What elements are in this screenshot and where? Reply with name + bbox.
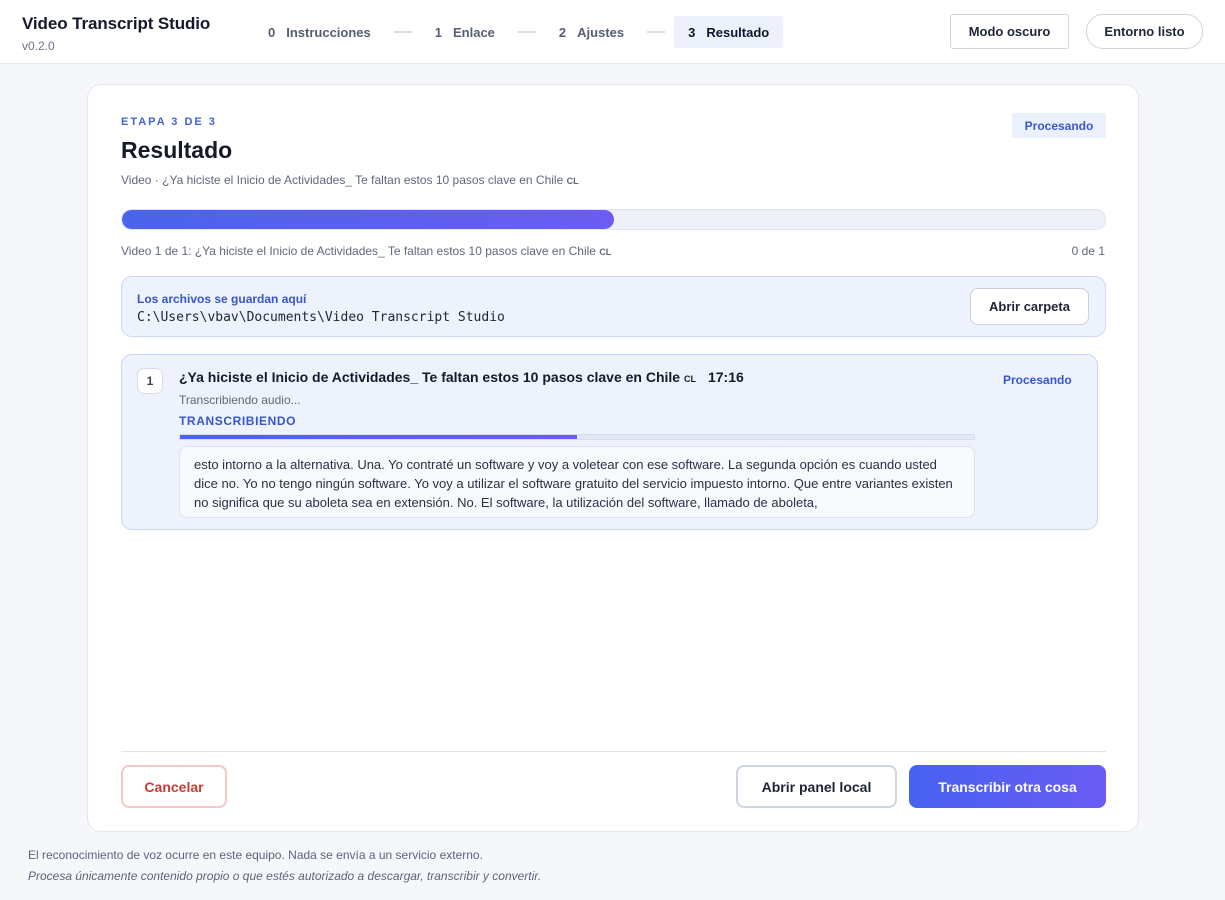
- cancel-button[interactable]: Cancelar: [121, 765, 227, 808]
- brand: Video Transcript Studio v0.2.0: [22, 14, 210, 53]
- overall-progress-fill: [122, 210, 614, 229]
- progress-count: 0 de 1: [1071, 244, 1105, 258]
- step-number: 3: [688, 24, 696, 40]
- step-number: 0: [268, 24, 276, 40]
- job-duration: 17:16: [707, 369, 744, 385]
- transcribe-again-button[interactable]: Transcribir otra cosa: [909, 765, 1106, 808]
- open-folder-button[interactable]: Abrir carpeta: [970, 288, 1089, 325]
- step-number: 2: [558, 24, 567, 40]
- step-label: Resultado: [706, 24, 770, 40]
- stage-eyebrow: ETAPA 3 DE 3: [121, 116, 217, 128]
- job-title-text: ¿Ya hiciste el Inicio de Actividades_ Te…: [179, 369, 681, 385]
- step-number: 1: [434, 24, 442, 40]
- progress-caption: Video 1 de 1: ¿Ya hiciste el Inicio de A…: [121, 244, 611, 258]
- stepper: 0 Instrucciones 1 Enlace 2 Ajustes 3 Res…: [254, 16, 784, 48]
- job-progress-fill: [180, 435, 577, 439]
- app-title: Video Transcript Studio: [22, 14, 211, 33]
- job-index: 1: [137, 368, 163, 394]
- step-ajustes[interactable]: 2 Ajustes: [545, 16, 638, 48]
- dark-mode-button[interactable]: Modo oscuro: [950, 14, 1069, 49]
- save-location-label: Los archivos se guardan aquí: [137, 292, 307, 306]
- step-instrucciones[interactable]: 0 Instrucciones: [254, 16, 385, 48]
- job-item: 1 ¿Ya hiciste el Inicio de Actividades_ …: [121, 354, 1098, 530]
- country-code: CL: [566, 176, 579, 186]
- progress-caption-text: Video 1 de 1: ¿Ya hiciste el Inicio de A…: [121, 244, 596, 258]
- result-card: ETAPA 3 DE 3 Resultado Video · ¿Ya hicis…: [87, 84, 1139, 832]
- page-title: Resultado: [121, 137, 233, 163]
- step-separator: [647, 31, 666, 33]
- job-status: Procesando: [1003, 373, 1072, 387]
- step-label: Enlace: [453, 24, 495, 40]
- job-progress-bar: [179, 434, 975, 440]
- step-enlace[interactable]: 1 Enlace: [421, 16, 509, 48]
- step-separator: [393, 31, 412, 33]
- job-phase: TRANSCRIBIENDO: [179, 414, 297, 428]
- usage-note: Procesa únicamente contenido propio o qu…: [28, 869, 542, 883]
- overall-progress-bar: [121, 209, 1106, 230]
- status-badge: Procesando: [1012, 113, 1106, 138]
- video-subtitle: Video · ¿Ya hiciste el Inicio de Activid…: [121, 173, 579, 187]
- top-bar: Video Transcript Studio v0.2.0 0 Instruc…: [0, 0, 1225, 64]
- footer-divider: [121, 751, 1106, 752]
- transcript-preview[interactable]: esto intorno a la alternativa. Una. Yo c…: [179, 446, 975, 518]
- country-code: CL: [683, 374, 696, 384]
- country-code: CL: [599, 247, 612, 257]
- step-label: Ajustes: [577, 24, 625, 40]
- open-local-panel-button[interactable]: Abrir panel local: [736, 765, 897, 808]
- job-title: ¿Ya hiciste el Inicio de Actividades_ Te…: [179, 369, 744, 385]
- step-label: Instrucciones: [286, 24, 371, 40]
- environment-status-button[interactable]: Entorno listo: [1086, 14, 1203, 49]
- step-separator: [517, 31, 536, 33]
- job-substatus: Transcribiendo audio...: [179, 393, 301, 407]
- privacy-note: El reconocimiento de voz ocurre en este …: [28, 848, 483, 862]
- subtitle-text: Video · ¿Ya hiciste el Inicio de Activid…: [121, 173, 564, 187]
- step-resultado[interactable]: 3 Resultado: [674, 16, 784, 48]
- save-location-path: C:\Users\vbav\Documents\Video Transcript…: [137, 310, 505, 325]
- save-location-box: Los archivos se guardan aquí C:\Users\vb…: [121, 276, 1106, 337]
- app-version: v0.2.0: [22, 39, 55, 53]
